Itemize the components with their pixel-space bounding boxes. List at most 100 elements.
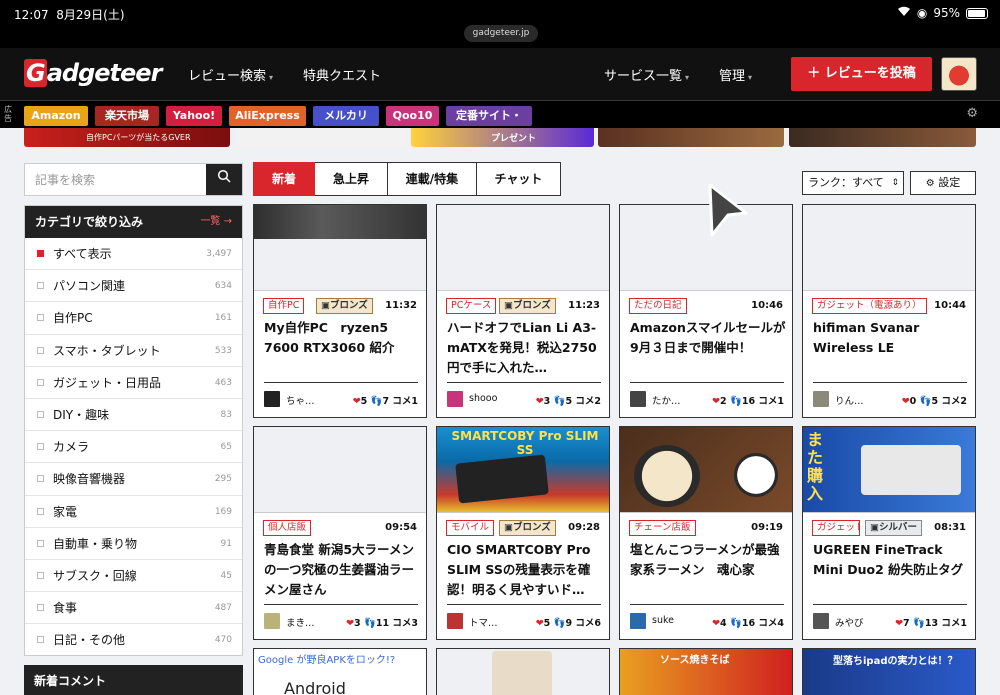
article-card[interactable]: また購入 ガジェット ▣シルバー 08:31 UGREEN FineTrack … [802,426,976,640]
shop-standard-sites[interactable]: 定番サイト・ [446,106,532,126]
gear-icon[interactable]: ⚙ [966,106,978,121]
footsteps-icon: 👣 [370,396,383,407]
shop-aliexpress[interactable]: AliExpress [229,106,306,126]
shop-mercari[interactable]: メルカリ [313,106,379,126]
nav-review-search[interactable]: レビュー検索 ▾ [188,65,273,84]
card-username[interactable]: suke [652,615,674,626]
category-item[interactable]: パソコン関連 634 [25,270,242,303]
category-item[interactable]: スマホ・タブレット 533 [25,335,242,367]
card-title[interactable]: hifiman Svanar Wireless LE [813,318,969,378]
category-item[interactable]: カメラ 65 [25,431,242,464]
article-card[interactable]: チェーン店飯 09:19 塩とんこつラーメンが最強 家系ラーメン 魂心家 suk… [619,426,793,640]
tab-chat[interactable]: チャット [477,162,561,196]
category-item[interactable]: ガジェット・日用品 463 [25,367,242,399]
search-button[interactable] [206,164,242,195]
banner-ad-3[interactable]: プレゼント [411,128,594,147]
card-category[interactable]: モバイル [446,520,495,536]
nav-admin[interactable]: 管理 ▾ [719,65,752,84]
shop-rakuten[interactable]: 楽天市場 [95,106,159,126]
card-category[interactable]: 自作PC [263,298,305,314]
heart-icon: ❤ [535,618,544,629]
category-item[interactable]: DIY・趣味 83 [25,399,242,432]
category-all-link[interactable]: 一覧 → [200,206,232,238]
article-card[interactable]: PCケース ▣ブロンズ 11:23 ハードオフでLian Li A3-mATXを… [436,204,610,418]
category-item[interactable]: 映像音響機器 295 [25,463,242,496]
footsteps-icon: 👣 [553,618,566,629]
article-card[interactable]: 型落ちipadの実力とは！？ [802,648,976,695]
banner-ad-4[interactable] [598,128,784,147]
nav-bonus-quest[interactable]: 特典クエスト [303,65,381,84]
card-username[interactable]: まき… [286,615,315,629]
user-avatar[interactable] [630,613,646,629]
card-category[interactable]: ガジェット（電源あり） [812,298,927,314]
card-category[interactable]: ガジェット [812,520,860,536]
card-title[interactable]: My自作PC ryzen5 7600 RTX3060 紹介 [264,318,420,378]
category-item[interactable]: 自動車・乗り物 91 [25,528,242,560]
search-input[interactable] [25,164,207,195]
user-avatar[interactable] [941,57,977,91]
category-item[interactable]: 食事 487 [25,592,242,625]
card-category[interactable]: 個人店飯 [263,520,312,536]
banner-ad-1[interactable]: 自作PCパーツが当たるGVER [24,128,230,147]
article-card[interactable]: 個人店飯 09:54 青島食堂 新潟5大ラーメンの一つ究極の生姜醤油ラーメン屋さ… [253,426,427,640]
card-title[interactable]: ハードオフでLian Li A3-mATXを発見！税込2750円で手に入れた… [447,318,603,378]
user-avatar[interactable] [447,391,463,407]
post-review-button[interactable]: ＋ レビューを投稿 [791,57,932,91]
article-card[interactable] [436,648,610,695]
card-username[interactable]: みやび [835,615,864,629]
user-avatar[interactable] [813,391,829,407]
article-card[interactable]: SMARTCOBY Pro SLIM SS モバイル ▣ブロンズ 09:28 C… [436,426,610,640]
category-item[interactable]: 日記・その他 470 [25,624,242,656]
tab-series[interactable]: 連載/特集 [388,162,477,196]
user-avatar[interactable] [264,613,280,629]
shop-qoo10[interactable]: Qoo10 [386,106,439,126]
banner-ad-5[interactable] [789,128,976,147]
user-avatar[interactable] [264,391,280,407]
card-category[interactable]: PCケース [446,298,497,314]
category-item[interactable]: すべて表示 3,497 [25,238,242,271]
logo-mark: G [24,59,47,87]
card-rank-badge: ▣シルバー [865,520,922,536]
card-category[interactable]: ただの日記 [629,298,687,314]
tab-trending[interactable]: 急上昇 [315,162,388,196]
article-card[interactable]: ソース焼きそば [619,648,793,695]
card-footer: たか… ❤2 👣16 コメ1 [630,382,784,412]
settings-button[interactable]: ⚙ 設定 [910,171,976,195]
card-category[interactable]: チェーン店飯 [629,520,696,536]
card-username[interactable]: たか… [652,393,681,407]
checkbox-icon [37,571,44,579]
thumbnail-text: 型落ちipadの実力とは！？ [833,656,958,667]
thumbnail-text: また購入 [807,430,824,503]
article-card[interactable]: 自作PC ▣ブロンズ 11:32 My自作PC ryzen5 7600 RTX3… [253,204,427,418]
shop-yahoo[interactable]: Yahoo! [166,106,222,126]
category-item[interactable]: サブスク・回線 45 [25,560,242,593]
banner-ad-2[interactable] [238,128,406,147]
user-avatar[interactable] [447,613,463,629]
card-username[interactable]: shooo [469,393,497,404]
url-pill[interactable]: gadgeteer.jp [464,25,538,42]
card-username[interactable]: ちゃ… [286,393,315,407]
card-title[interactable]: 青島食堂 新潟5大ラーメンの一つ究極の生姜醤油ラーメン屋さん [264,540,420,600]
article-card[interactable]: ガジェット（電源あり） 10:44 hifiman Svanar Wireles… [802,204,976,418]
card-title[interactable]: CIO SMARTCOBY Pro SLIM SSの残量表示を確認！明るく見やす… [447,540,603,600]
category-item[interactable]: 自作PC 161 [25,302,242,335]
nav-services[interactable]: サービス一覧 ▾ [604,65,689,84]
thumbnail-subtext: Android [284,679,346,695]
card-title[interactable]: UGREEN FineTrack Mini Duo2 紛失防止タグ [813,540,969,600]
card-title[interactable]: 塩とんこつラーメンが最強 家系ラーメン 魂心家 [630,540,786,600]
user-avatar[interactable] [630,391,646,407]
card-title[interactable]: Amazonスマイルセールが9月３日まで開催中！ [630,318,786,378]
orientation-lock-icon: ◉ [916,6,928,20]
card-thumbnail [803,205,975,291]
site-logo[interactable]: Gadgeteer [24,59,162,87]
rank-select[interactable]: ランク：すべて ⇕ [802,171,904,195]
card-username[interactable]: りん… [835,393,864,407]
shop-amazon[interactable]: Amazon [24,106,88,126]
checkbox-icon [37,443,44,451]
thumbnail-text: ソース焼きそば [660,655,730,666]
card-username[interactable]: トマ… [469,615,498,629]
tab-new[interactable]: 新着 [253,162,315,196]
user-avatar[interactable] [813,613,829,629]
article-card[interactable]: Google が野良APKをロック!? Android [253,648,427,695]
category-item[interactable]: 家電 169 [25,496,242,528]
